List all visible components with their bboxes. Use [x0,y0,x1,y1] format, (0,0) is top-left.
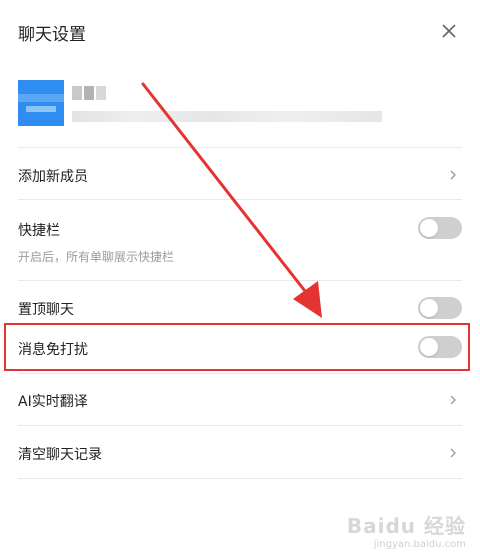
do-not-disturb-toggle[interactable] [418,336,462,358]
pin-chat-label: 置顶聊天 [18,302,74,318]
clear-history-label[interactable]: 清空聊天记录 [18,444,102,464]
chevron-right-icon [450,395,456,405]
add-member-chevron[interactable] [448,169,458,181]
shortcut-bar-toggle[interactable] [418,217,462,239]
pin-chat-toggle[interactable] [418,297,462,319]
divider [18,478,462,479]
clear-history-chevron[interactable] [448,447,458,459]
do-not-disturb-label: 消息免打扰 [18,342,88,358]
add-member-label[interactable]: 添加新成员 [18,166,88,186]
watermark-logo: Baidu 经验 [346,514,466,538]
shortcut-bar-label: 快捷栏 [18,223,60,239]
divider [18,280,462,281]
avatar[interactable] [18,80,64,126]
ai-translate-label[interactable]: AI实时翻译 [18,391,88,411]
divider [18,373,462,374]
close-icon [442,24,456,38]
member-info-blurred [72,111,382,122]
member-profile[interactable] [18,80,468,130]
ai-translate-chevron[interactable] [448,394,458,406]
toggle-knob [420,299,438,317]
watermark: Baidu 经验 jingyan.baidu.com [347,510,466,550]
divider [18,425,462,426]
chevron-right-icon [450,448,456,458]
chat-settings-panel: 聊天设置 添加新成员 快捷栏 开启后，所有单聊展示快捷栏 置顶聊天 消息免打扰 [0,0,480,560]
chevron-right-icon [450,170,456,180]
close-button[interactable] [438,20,460,42]
member-name-blurred [72,86,106,102]
watermark-url: jingyan.baidu.com [373,539,466,550]
toggle-knob [420,219,438,237]
divider [18,147,462,148]
toggle-knob [420,338,438,356]
divider [18,199,462,200]
shortcut-bar-description: 开启后，所有单聊展示快捷栏 [18,250,175,264]
page-title: 聊天设置 [18,25,86,45]
